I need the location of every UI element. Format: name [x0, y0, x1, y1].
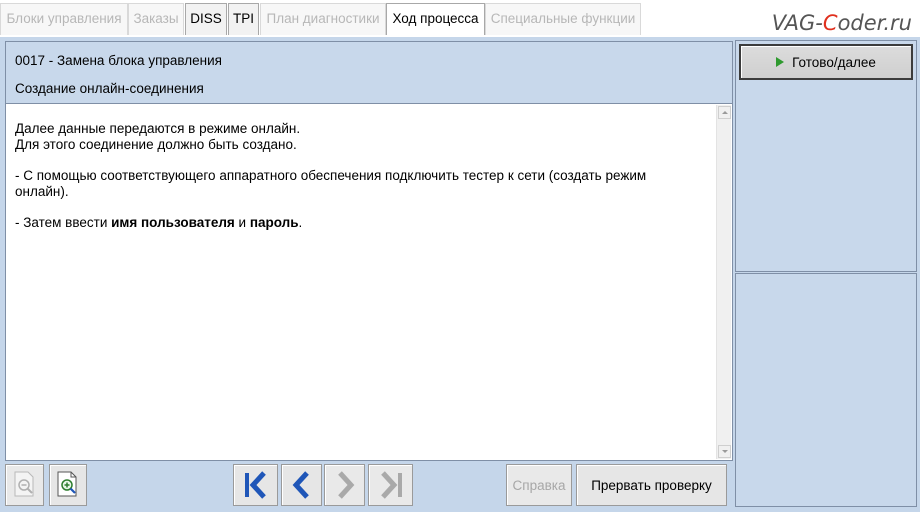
- instruction-line: Далее данные передаются в режиме онлайн.: [15, 121, 301, 136]
- ready-next-button[interactable]: Готово/далее: [739, 44, 913, 80]
- abort-test-button[interactable]: Прервать проверку: [576, 464, 727, 506]
- ready-next-label: Готово/далее: [792, 54, 876, 70]
- step-title: Создание онлайн-соединения: [15, 81, 204, 96]
- tab-bar: Блоки управления Заказы DISS TPI План ди…: [0, 0, 920, 37]
- zoom-out-icon: [14, 471, 33, 497]
- next-step-button[interactable]: [324, 464, 365, 506]
- tab-process-flow[interactable]: Ход процесса: [386, 3, 485, 35]
- tab-diagnostic-plan[interactable]: План диагностики: [260, 3, 386, 35]
- procedure-header: 0017 - Замена блока управления Создание …: [5, 41, 733, 103]
- skip-last-icon: [380, 471, 402, 499]
- chevron-left-icon: [292, 471, 309, 499]
- tab-tpi[interactable]: TPI: [228, 3, 259, 35]
- instruction-line: Для этого соединение должно быть создано…: [15, 137, 297, 152]
- instruction-panel: Далее данные передаются в режиме онлайн.…: [5, 103, 733, 461]
- help-button[interactable]: Справка: [506, 464, 572, 506]
- first-step-button[interactable]: [233, 464, 278, 506]
- previous-step-button[interactable]: [281, 464, 322, 506]
- vertical-scrollbar[interactable]: [716, 105, 731, 459]
- play-icon: [776, 57, 785, 67]
- username-emphasis: имя пользователя: [111, 215, 235, 230]
- password-emphasis: пароль: [249, 215, 299, 230]
- procedure-title: 0017 - Замена блока управления: [15, 53, 222, 68]
- scroll-down-button[interactable]: [718, 445, 731, 458]
- side-panel-top: Готово/далее: [735, 40, 917, 272]
- tab-special-functions[interactable]: Специальные функции: [485, 3, 641, 35]
- chevron-right-icon: [337, 471, 354, 499]
- tab-diss[interactable]: DISS: [185, 3, 227, 35]
- skip-first-icon: [244, 471, 266, 499]
- instruction-line: - С помощью соответствующего аппаратного…: [15, 168, 647, 183]
- side-panel-bottom: [735, 273, 917, 507]
- instruction-line: - Затем ввести имя пользователя и пароль…: [15, 215, 303, 230]
- scroll-up-button[interactable]: [718, 106, 731, 119]
- zoom-in-button[interactable]: [49, 464, 87, 506]
- tab-control-units[interactable]: Блоки управления: [0, 3, 128, 35]
- last-step-button[interactable]: [368, 464, 413, 506]
- instruction-line: онлайн).: [15, 184, 69, 199]
- tab-orders[interactable]: Заказы: [128, 3, 184, 35]
- watermark-logo: VAG-Coder.ru: [771, 11, 912, 35]
- instruction-text: Далее данные передаются в режиме онлайн.…: [15, 121, 705, 231]
- zoom-in-icon: [57, 471, 77, 497]
- zoom-out-button[interactable]: [5, 464, 44, 506]
